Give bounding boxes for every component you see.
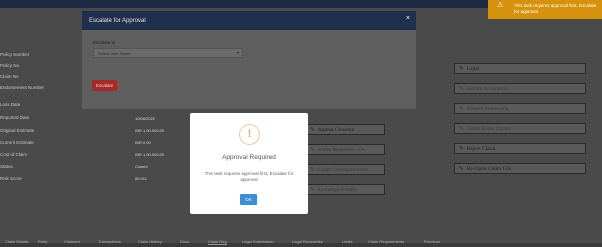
warning-toast: ⚠ This task requires approval first, Esc… (488, 0, 602, 19)
field-value: Closed (135, 164, 148, 169)
field-label: Cost of Claim (0, 152, 28, 157)
document-icon: ✎ (459, 125, 464, 132)
field-value: INR 0.00 (135, 140, 151, 145)
field-label: Policy No (0, 63, 20, 68)
document-icon: ✎ (459, 145, 464, 152)
warning-icon: ⚠ (497, 2, 504, 9)
tab-limits[interactable]: Limits (342, 239, 352, 244)
claim-tabs: Claim Details Party Claimant Transaction… (0, 237, 602, 247)
reopen-processing-button[interactable]: ✎ Reopen Processing (454, 103, 586, 114)
field-value: INR 1,00,000.00 (135, 128, 165, 133)
claim-response-button[interactable]: ✎ Claim Response - Ok (305, 144, 385, 155)
field-label: Endorsement Number (0, 85, 45, 90)
document-icon: ✎ (310, 126, 315, 133)
field-label: Status (0, 164, 13, 169)
tab-docs[interactable]: Docs (180, 239, 189, 244)
document-icon: ✎ (310, 146, 315, 153)
exclamation-icon: ! (239, 124, 260, 145)
field-label: Risk Score (0, 176, 22, 181)
claim-rules-button[interactable]: ✎ Claim Rules Update (454, 123, 586, 134)
tab-claimant[interactable]: Claimant (64, 239, 80, 244)
escalate-user-select[interactable]: Select User Name ▾ (93, 48, 243, 58)
dialog-title: Approval Required (222, 154, 276, 161)
exchange-details-button[interactable]: ✎ Exchange Details (305, 184, 385, 195)
field-value: 10/08/2022 (135, 116, 156, 121)
document-icon: ✎ (310, 166, 315, 173)
field-label: Original Estimate (0, 128, 35, 133)
legal-button[interactable]: ✎ Legal (454, 63, 586, 74)
document-icon: ✎ (459, 105, 464, 112)
tab-premium[interactable]: Premium (424, 239, 440, 244)
tab-legal-submission[interactable]: Legal Submission (242, 239, 274, 244)
escalate-button[interactable]: Escalate (92, 80, 117, 91)
ok-button[interactable]: OK (240, 194, 257, 205)
select-placeholder: Select User Name (98, 50, 131, 56)
field-label: Reported Date (0, 115, 30, 120)
chevron-down-icon: ▾ (236, 50, 239, 55)
approval-required-dialog: ! Approval Required This task requires a… (190, 113, 308, 214)
tab-transactions[interactable]: Transactions (98, 239, 121, 244)
escalate-modal-title: Escalate for Approval (89, 17, 146, 24)
field-label: Current Estimate (0, 140, 34, 145)
appeal-closeout-button[interactable]: ✎ Appeal Closeout (305, 124, 385, 135)
initiate-arbitration-button[interactable]: ✎ Initiate Arbitration (454, 83, 586, 94)
reopen-claim-button[interactable]: ✎ Re-Open Claim File (454, 163, 586, 174)
tab-claim-reg[interactable]: Claim Reg (208, 239, 227, 245)
escalate-modal-header: Escalate for Approval × (82, 11, 416, 30)
tab-claim-requirements[interactable]: Claim Requirements (368, 239, 404, 244)
close-icon[interactable]: × (406, 15, 410, 22)
tab-claim-history[interactable]: Claim History (138, 239, 162, 244)
escalate-modal: Escalate for Approval × Escalate to * Se… (82, 11, 416, 109)
field-value: 89.911 (135, 176, 147, 181)
escalate-to-label: Escalate to * (93, 40, 119, 45)
document-icon: ✎ (310, 186, 315, 193)
field-label: Loss Date (0, 102, 21, 107)
claim-correspondence-button[interactable]: ✎ Claim Correspondence (305, 164, 385, 175)
toast-message: This task requires approval first, Escal… (514, 3, 597, 14)
tab-legal-recoveries[interactable]: Legal Recoveries (292, 239, 323, 244)
field-label: Claim No (0, 74, 19, 79)
document-icon: ✎ (459, 65, 464, 72)
required-mark: * (116, 40, 119, 45)
field-value: INR 1,00,000.00 (135, 152, 165, 157)
document-icon: ✎ (459, 85, 464, 92)
reject-claim-button[interactable]: ✎ Reject Claim (454, 143, 586, 154)
tab-party[interactable]: Party (38, 239, 47, 244)
tab-claim-details[interactable]: Claim Details (5, 239, 29, 244)
field-label: Policy Number (0, 52, 30, 57)
dialog-message: This task requires approval first, Escal… (204, 171, 294, 182)
document-icon: ✎ (459, 165, 464, 172)
